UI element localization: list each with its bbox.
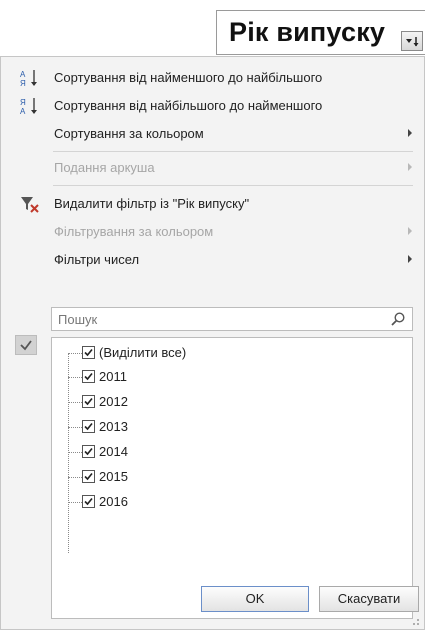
item-checkbox[interactable]: [82, 395, 95, 408]
tree-connector: [68, 353, 82, 354]
menu-separator: [53, 185, 413, 186]
submenu-arrow-icon: [408, 227, 412, 235]
autofilter-menu: А Я Сортування від найменшого до найбіль…: [0, 56, 425, 630]
svg-text:А: А: [20, 70, 26, 79]
sort-descending-icon: Я А: [20, 98, 37, 116]
menu-item-label: Подання аркуша: [54, 160, 155, 175]
tree-connector: [68, 502, 82, 503]
column-header-cell: Рік випуску: [216, 10, 425, 55]
checkbox-checked-icon: [84, 497, 93, 506]
submenu-arrow-icon: [408, 255, 412, 263]
sort-ascending-icon: А Я: [20, 70, 37, 88]
menu-separator: [53, 151, 413, 152]
checkmark-icon: [20, 340, 32, 351]
menu-item-filter-by-color: Фільтрування за кольором: [1, 219, 424, 245]
menu-item-number-filters[interactable]: Фільтри чисел: [1, 247, 424, 273]
menu-item-label: Фільтри чисел: [54, 252, 140, 267]
item-checkbox[interactable]: [82, 420, 95, 433]
list-item-label: (Виділити все): [99, 345, 187, 360]
submenu-arrow-icon: [408, 129, 412, 137]
list-item-label: 2011: [99, 369, 127, 384]
checkbox-checked-icon: [84, 422, 93, 431]
menu-item-label: Сортування за кольором: [54, 126, 204, 141]
svg-text:Я: Я: [20, 98, 26, 107]
list-item-label: 2014: [99, 444, 128, 459]
checkbox-checked-icon: [84, 372, 93, 381]
item-checkbox[interactable]: [82, 470, 95, 483]
tree-connector: [68, 452, 82, 453]
item-checkbox[interactable]: [82, 370, 95, 383]
submenu-arrow-icon: [408, 163, 412, 171]
menu-item-label: Фільтрування за кольором: [54, 224, 214, 239]
svg-text:Я: Я: [20, 79, 26, 88]
clear-filter-icon: [21, 197, 39, 213]
tree-connector: [68, 477, 82, 478]
list-item-label: 2013: [99, 419, 128, 434]
select-all-checkbox[interactable]: [82, 346, 95, 359]
tree-connector: [68, 353, 69, 553]
cancel-button[interactable]: Скасувати: [319, 586, 419, 612]
item-checkbox[interactable]: [82, 495, 95, 508]
menu-item-sort-descending[interactable]: Я А Сортування від найбільшого до наймен…: [1, 93, 424, 119]
list-item-label: 2016: [99, 494, 128, 509]
item-checkbox[interactable]: [82, 445, 95, 458]
value-list: (Виділити все) 2011 2012 2013 2014 2015 …: [51, 337, 413, 619]
menu-item-sort-ascending[interactable]: А Я Сортування від найменшого до найбіль…: [1, 65, 424, 91]
menu-item-label: Сортування від найбільшого до найменшого: [54, 98, 323, 113]
tree-connector: [68, 427, 82, 428]
checkbox-checked-icon: [84, 472, 93, 481]
checkbox-checked-icon: [84, 348, 93, 357]
ok-button[interactable]: OK: [201, 586, 309, 612]
column-header-title: Рік випуску: [229, 17, 386, 47]
filter-applied-indicator: [15, 335, 37, 355]
menu-item-sort-by-color[interactable]: Сортування за кольором: [1, 121, 424, 147]
search-placeholder: Пошук: [58, 312, 98, 327]
search-input[interactable]: Пошук: [51, 307, 413, 331]
menu-item-sheet-view: Подання аркуша: [1, 155, 424, 181]
checkbox-checked-icon: [84, 397, 93, 406]
menu-item-label: Сортування від найменшого до найбільшого: [54, 70, 323, 85]
filter-dropdown-button[interactable]: [401, 31, 423, 51]
resize-grip-icon[interactable]: [410, 616, 420, 626]
filter-dropdown-icon: [406, 37, 419, 47]
tree-connector: [68, 402, 82, 403]
menu-item-label: Видалити фільтр із "Рік випуску": [54, 196, 250, 211]
search-icon: [391, 312, 405, 326]
checkbox-checked-icon: [84, 447, 93, 456]
svg-text:А: А: [20, 107, 26, 116]
list-item-label: 2012: [99, 394, 128, 409]
tree-connector: [68, 377, 82, 378]
menu-item-clear-filter[interactable]: Видалити фільтр із "Рік випуску": [1, 191, 424, 217]
list-item-label: 2015: [99, 469, 128, 484]
